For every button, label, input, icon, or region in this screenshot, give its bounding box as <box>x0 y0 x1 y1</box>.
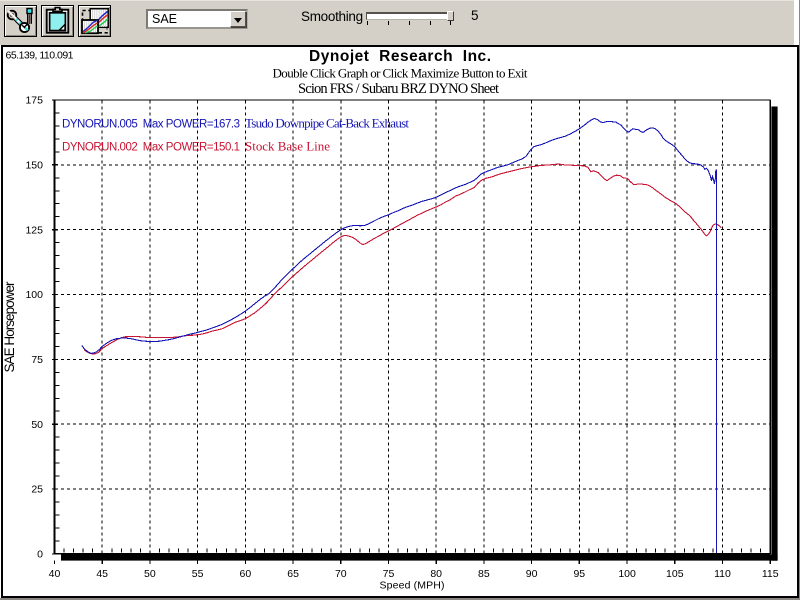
svg-text:70: 70 <box>335 568 347 580</box>
svg-text:105: 105 <box>666 568 684 580</box>
svg-text:45: 45 <box>96 568 108 580</box>
svg-text:150: 150 <box>25 159 43 171</box>
svg-text:85: 85 <box>478 568 490 580</box>
svg-text:110: 110 <box>714 568 731 580</box>
svg-text:175: 175 <box>25 95 43 107</box>
svg-text:DYNORUN.002 Max POWER=150.1: DYNORUN.002 Max POWER=150.1 <box>62 142 240 154</box>
svg-text:Double Click Graph or Click Ma: Double Click Graph or Click Maximize But… <box>273 66 528 81</box>
svg-text:55: 55 <box>192 568 204 580</box>
svg-text:65.139, 110.091: 65.139, 110.091 <box>6 50 74 62</box>
svg-text:125: 125 <box>25 224 43 236</box>
svg-text:100: 100 <box>618 568 636 580</box>
svg-text:95: 95 <box>573 568 585 580</box>
svg-text:50: 50 <box>144 568 156 580</box>
svg-text:SAE Horsepower: SAE Horsepower <box>2 281 17 373</box>
svg-text:25: 25 <box>31 484 43 496</box>
svg-text:90: 90 <box>526 568 538 580</box>
svg-text:Stock Base Line: Stock Base Line <box>245 139 330 154</box>
svg-text:Dynojet Research Inc.: Dynojet Research Inc. <box>309 48 491 65</box>
svg-text:40: 40 <box>49 568 61 580</box>
svg-text:115: 115 <box>762 568 779 580</box>
svg-text:65: 65 <box>287 568 299 580</box>
svg-text:75: 75 <box>31 354 43 366</box>
svg-text:Tsudo Downpipe Cat-Back Exhaus: Tsudo Downpipe Cat-Back Exhaust <box>245 116 409 131</box>
svg-text:80: 80 <box>430 568 442 580</box>
svg-text:DYNORUN.005 Max POWER=167.3: DYNORUN.005 Max POWER=167.3 <box>62 119 240 131</box>
svg-text:75: 75 <box>383 568 395 580</box>
svg-text:50: 50 <box>31 419 43 431</box>
svg-text:Speed (MPH): Speed (MPH) <box>380 580 445 592</box>
svg-text:0: 0 <box>37 549 43 561</box>
svg-text:60: 60 <box>240 568 252 580</box>
svg-text:100: 100 <box>25 289 43 301</box>
svg-text:Scion FRS / Subaru BRZ DYNO Sh: Scion FRS / Subaru BRZ DYNO Sheet <box>298 81 499 97</box>
